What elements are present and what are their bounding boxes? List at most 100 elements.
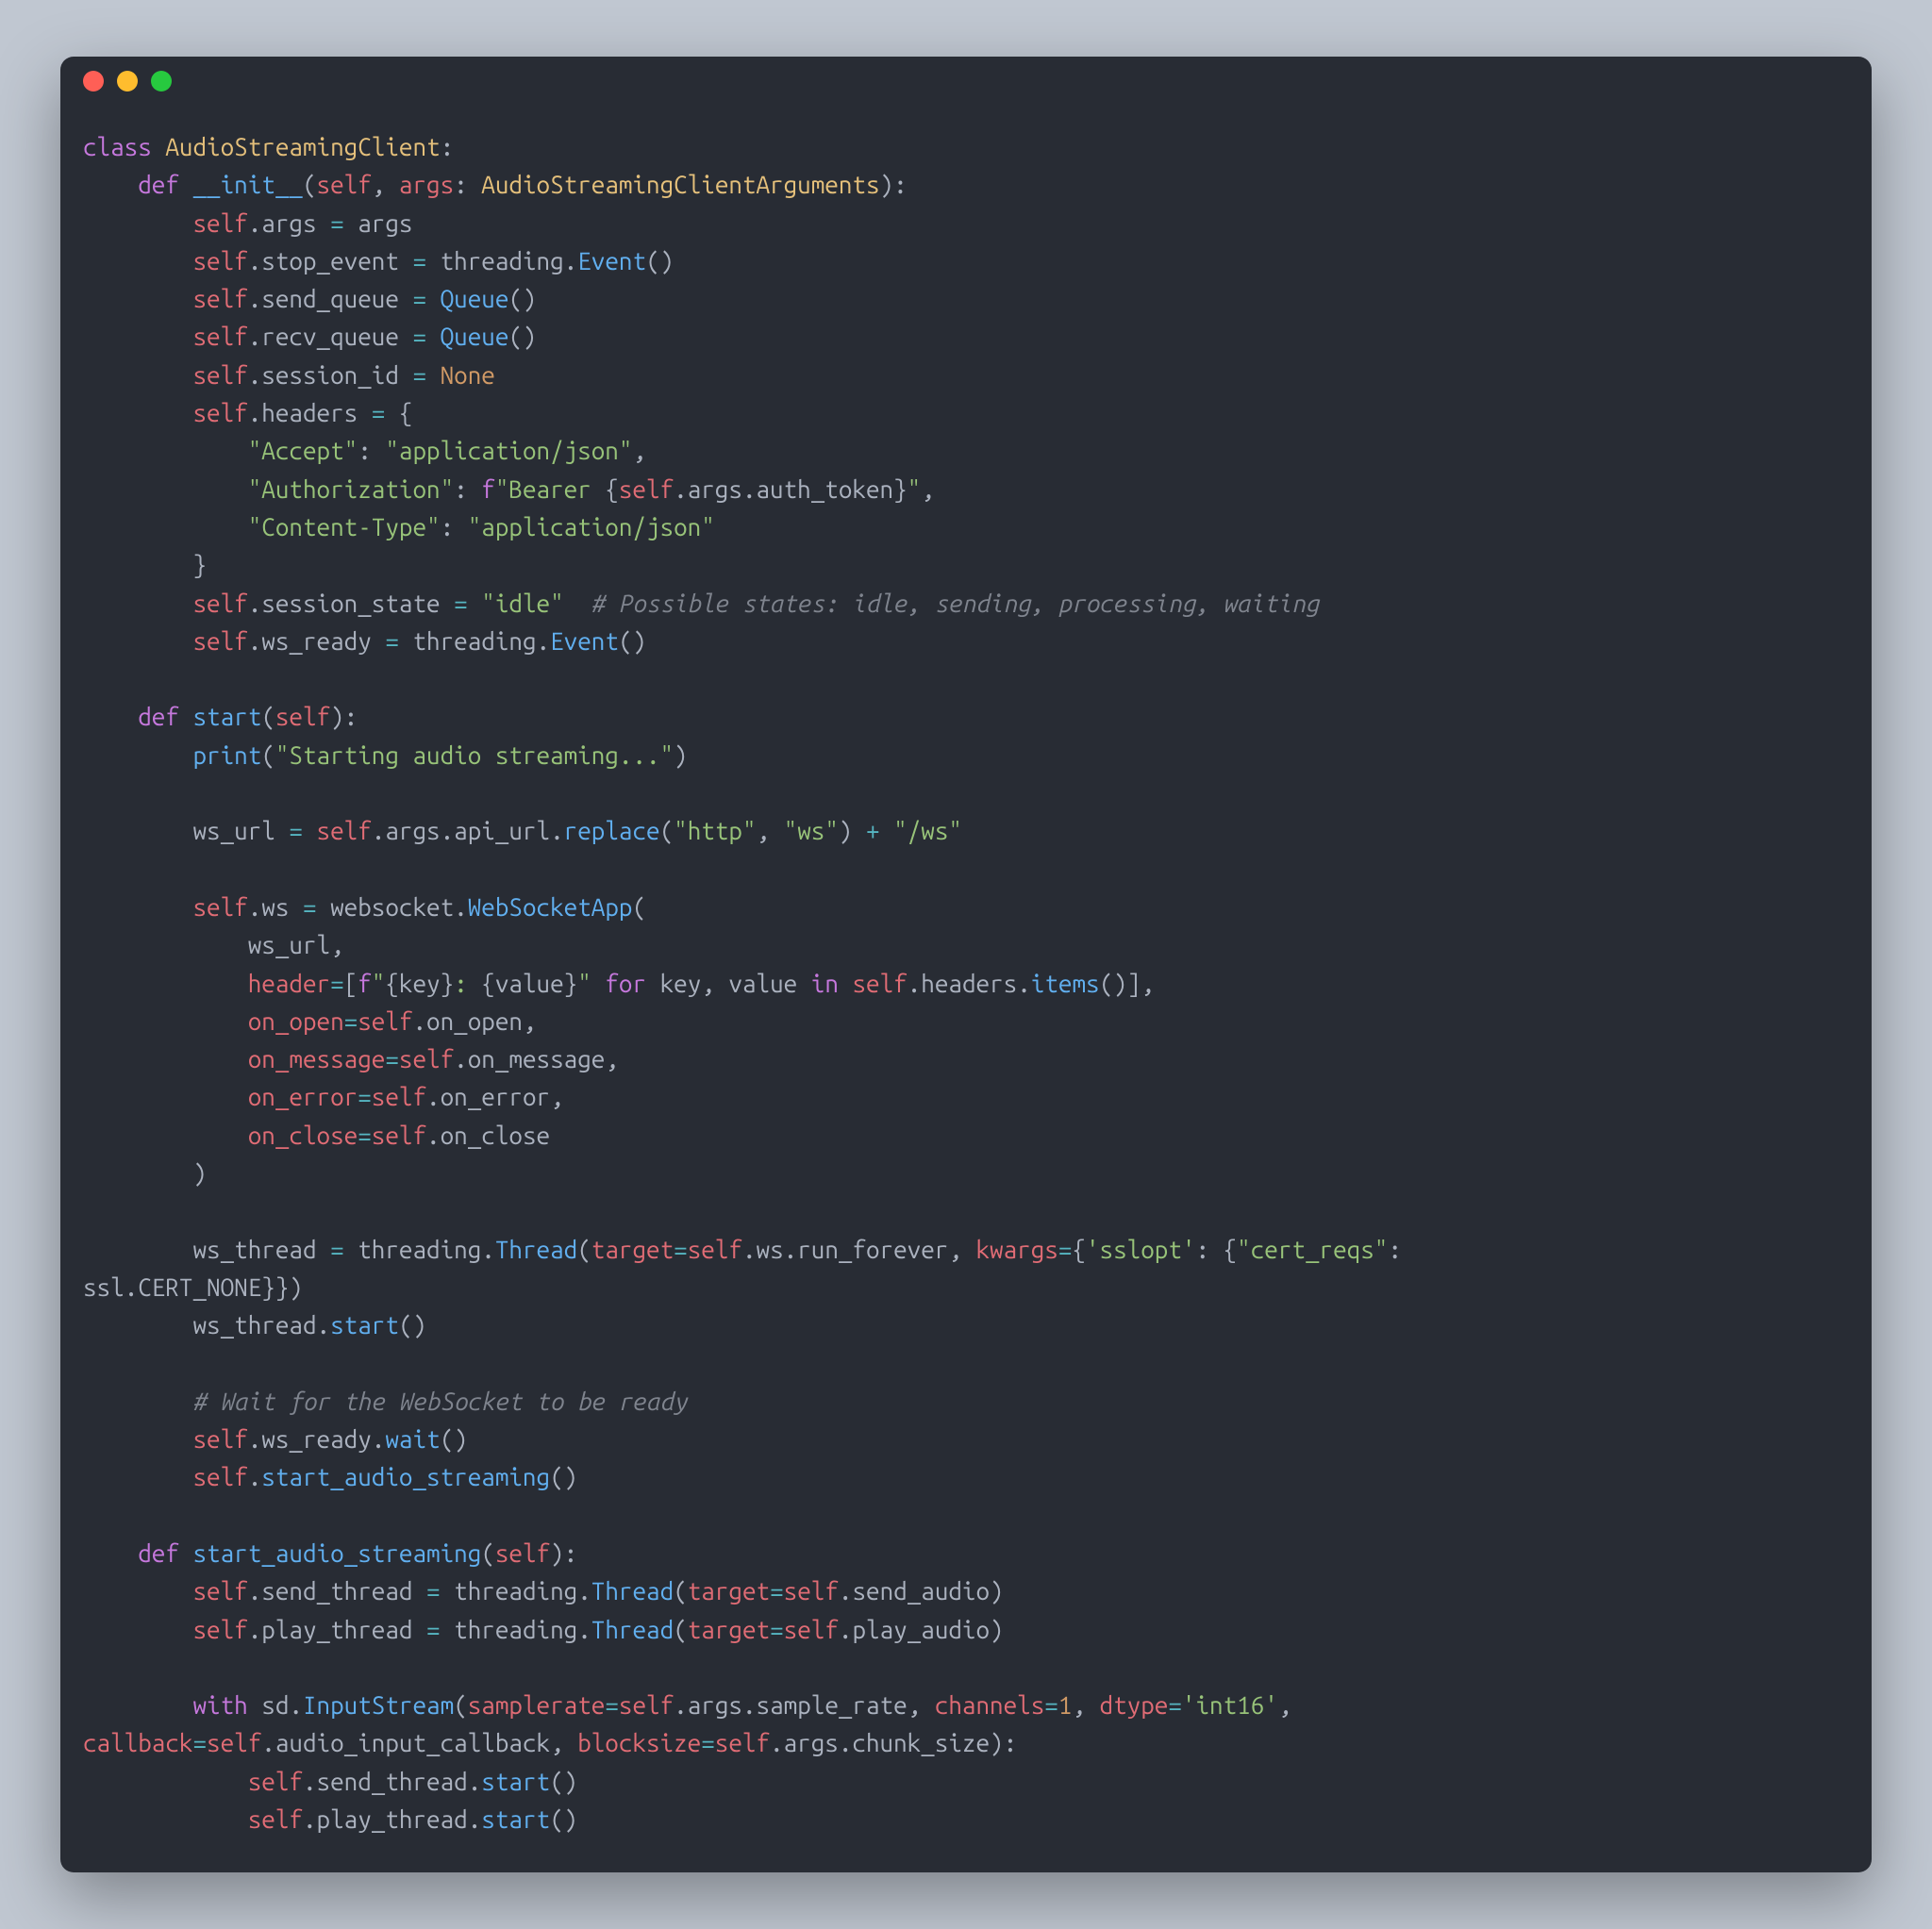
- code-token: [441, 590, 455, 617]
- code-token: [83, 1007, 248, 1035]
- code-token: self: [192, 1577, 247, 1605]
- code-token: auth_token: [757, 475, 894, 503]
- code-token: =: [289, 817, 303, 844]
- code-token: print: [192, 741, 261, 769]
- code-token: args: [385, 817, 440, 844]
- code-token: AudioStreamingClientArguments: [481, 171, 879, 198]
- code-token: "Content-Type": [248, 513, 441, 540]
- code-token: target: [688, 1577, 770, 1605]
- code-token: =: [344, 1007, 358, 1035]
- code-token: on_open: [426, 1007, 523, 1035]
- code-token: self: [372, 1122, 426, 1149]
- code-token: ws: [757, 1236, 784, 1263]
- code-token: .: [839, 1616, 853, 1643]
- code-token: [83, 1083, 248, 1110]
- code-token: with: [192, 1691, 247, 1719]
- code-token: [83, 209, 192, 237]
- code-token: ,: [550, 1083, 564, 1110]
- code-token: __init__: [193, 171, 303, 198]
- code-token: [83, 171, 138, 198]
- close-icon[interactable]: [83, 71, 104, 91]
- code-token: .: [454, 893, 468, 921]
- code-token: [83, 1616, 192, 1643]
- code-token: ):: [330, 703, 358, 730]
- code-token: .: [248, 361, 262, 389]
- code-token: .: [412, 1007, 426, 1035]
- code-token: [426, 361, 441, 389]
- code-token: self: [192, 247, 247, 274]
- code-token: ): [990, 1616, 1004, 1643]
- code-token: .: [248, 1616, 262, 1643]
- code-token: }}): [261, 1273, 303, 1301]
- code-token: .: [908, 970, 922, 997]
- code-token: ): [839, 817, 866, 844]
- code-token: items: [1031, 970, 1100, 997]
- code-token: .: [248, 285, 262, 312]
- code-token: def: [138, 1539, 179, 1567]
- code-token: on_open: [248, 1007, 344, 1035]
- code-token: [83, 1311, 192, 1339]
- code-token: threading: [441, 247, 564, 274]
- code-token: def: [138, 703, 179, 730]
- code-token: ": [577, 970, 591, 997]
- code-token: .: [372, 1425, 386, 1453]
- code-token: ws_thread: [192, 1311, 316, 1339]
- code-token: args: [358, 209, 412, 237]
- code-token: args: [784, 1729, 839, 1756]
- code-token: self: [248, 1805, 303, 1833]
- code-token: "application/json": [385, 437, 632, 464]
- code-token: =: [412, 285, 426, 312]
- code-token: .: [454, 1045, 468, 1073]
- minimize-icon[interactable]: [117, 71, 138, 91]
- code-token: [646, 970, 660, 997]
- code-token: [317, 893, 331, 921]
- code-token: self: [399, 1045, 454, 1073]
- code-token: Queue: [441, 323, 509, 350]
- code-token: :: [454, 475, 481, 503]
- code-token: [317, 1236, 331, 1263]
- code-token: }: [564, 970, 578, 997]
- code-token: {: [1072, 1236, 1086, 1263]
- code-token: (): [619, 627, 646, 655]
- code-token: [83, 590, 192, 617]
- code-token: .: [742, 1236, 757, 1263]
- code-token: ,: [632, 437, 646, 464]
- code-token: =: [303, 893, 317, 921]
- code-token: [317, 209, 331, 237]
- code-token: .: [468, 1768, 482, 1795]
- zoom-icon[interactable]: [151, 71, 172, 91]
- code-token: audio_input_callback: [275, 1729, 550, 1756]
- code-token: self: [248, 1768, 303, 1795]
- code-token: =: [412, 247, 426, 274]
- code-token: blocksize: [577, 1729, 701, 1756]
- code-token: (: [261, 703, 275, 730]
- code-token: ssl: [83, 1273, 125, 1301]
- code-token: value: [495, 970, 564, 997]
- code-token: .: [481, 1236, 495, 1263]
- code-token: [426, 285, 441, 312]
- code-token: .: [303, 1768, 317, 1795]
- code-token: [83, 741, 192, 769]
- code-token: .: [577, 1616, 591, 1643]
- code-token: [83, 361, 192, 389]
- code-token: [399, 323, 413, 350]
- code-token: self: [275, 703, 330, 730]
- code-token: =: [412, 323, 426, 350]
- code-token: .: [248, 1577, 262, 1605]
- code-token: "Bearer: [495, 475, 605, 503]
- code-token: (: [660, 817, 675, 844]
- code-token: 1: [1058, 1691, 1073, 1719]
- titlebar: [60, 57, 1872, 106]
- code-token: }: [83, 551, 207, 578]
- code-token: play_thread: [317, 1805, 468, 1833]
- code-token: self: [192, 285, 247, 312]
- code-token: :: [358, 437, 385, 464]
- code-token: self: [619, 475, 674, 503]
- code-token: .: [674, 475, 688, 503]
- code-token: =: [330, 209, 344, 237]
- code-token: [344, 209, 358, 237]
- code-token: [399, 627, 413, 655]
- code-token: {: [481, 970, 495, 997]
- code-editor[interactable]: class AudioStreamingClient: def __init__…: [60, 106, 1872, 1872]
- code-token: =: [605, 1691, 619, 1719]
